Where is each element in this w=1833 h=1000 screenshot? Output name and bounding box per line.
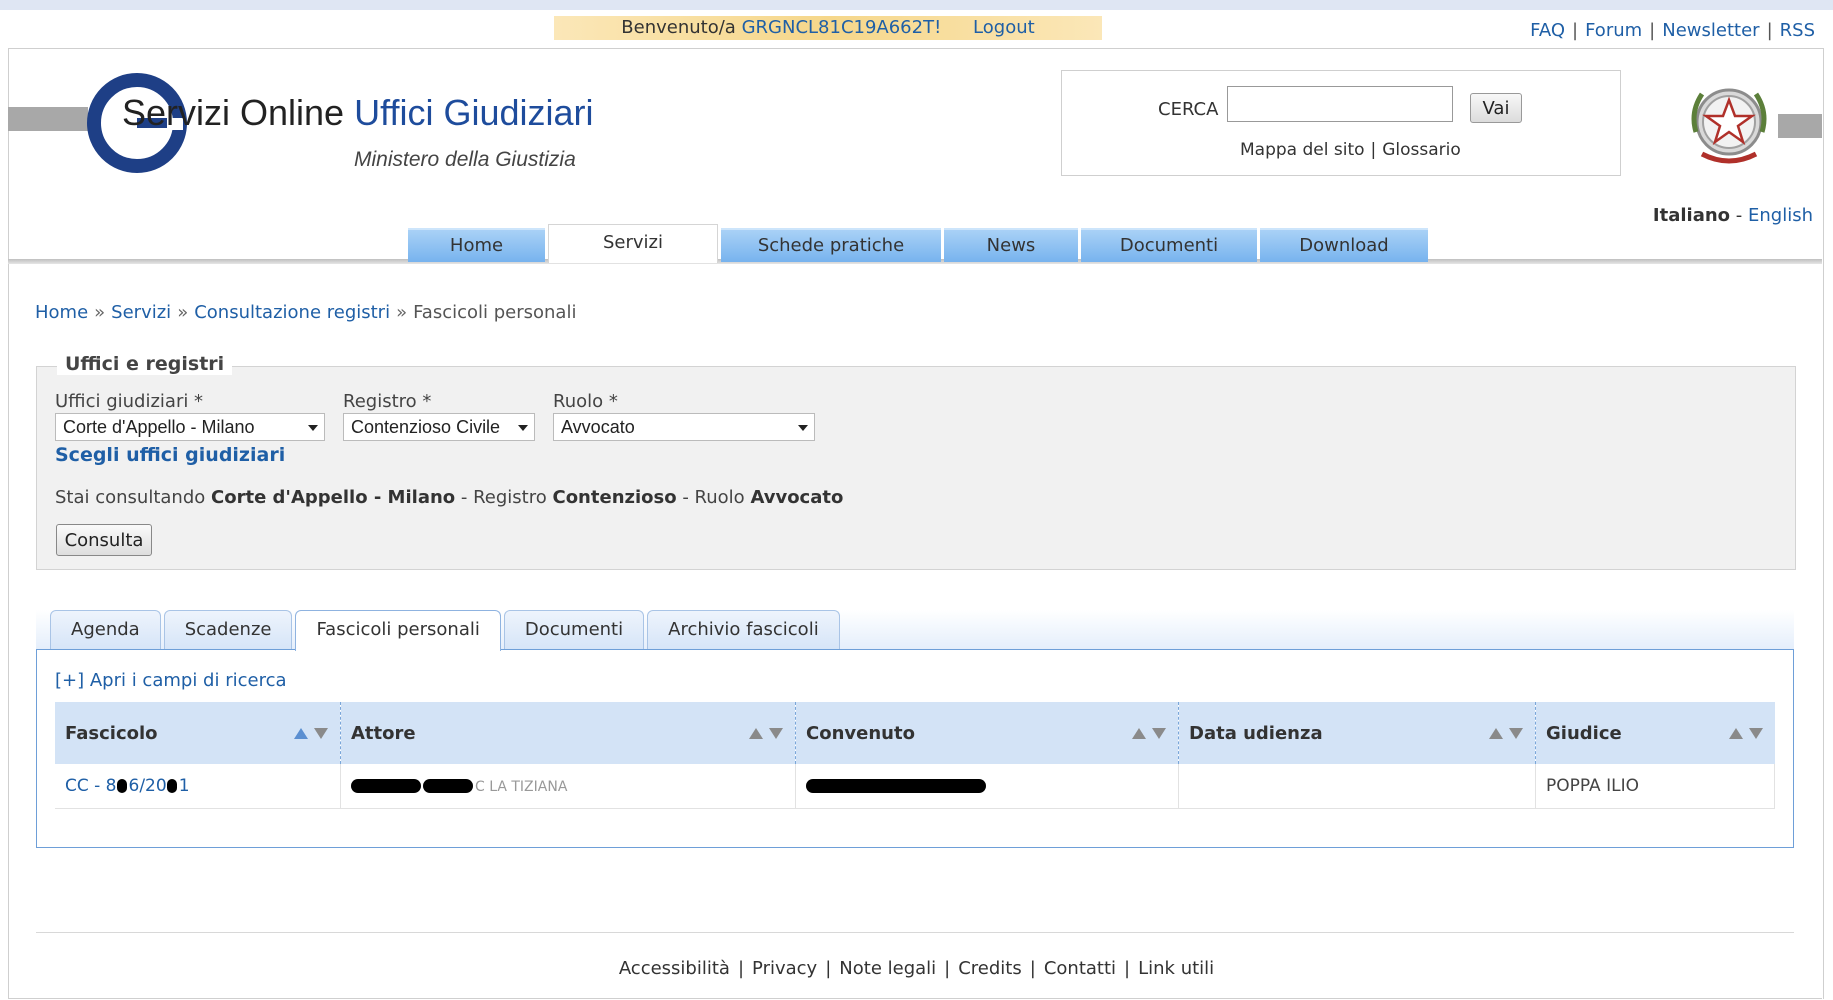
- chevron-down-icon: [518, 425, 528, 431]
- breadcrumb-current: Fascicoli personali: [413, 302, 577, 323]
- nav-tab-servizi[interactable]: Servizi: [548, 224, 718, 263]
- sort-icon[interactable]: [1728, 728, 1763, 739]
- nav-tab-documenti[interactable]: Documenti: [1081, 228, 1257, 262]
- content-panel: [+] Apri i campi di ricerca Fascicolo At…: [36, 649, 1794, 848]
- breadcrumb: Home» Servizi» Consultazione registri» Fasc…: [35, 302, 577, 323]
- nav-tab-schede-pratiche[interactable]: Schede pratiche: [721, 228, 941, 262]
- site-title[interactable]: Servizi Online Uffici Giudiziari: [122, 92, 594, 134]
- tab-archivio-fascicoli[interactable]: Archivio fascicoli: [647, 610, 840, 649]
- uffici-label: Uffici giudiziari *: [55, 391, 204, 412]
- chevron-down-icon: [798, 425, 808, 431]
- tab-documenti[interactable]: Documenti: [503, 610, 645, 649]
- search-button[interactable]: Vai: [1470, 93, 1522, 123]
- tab-fascicoli-personali[interactable]: Fascicoli personali: [295, 610, 501, 651]
- italian-emblem-icon: [1691, 88, 1767, 164]
- footer-divider: [36, 932, 1794, 933]
- cell-fascicolo[interactable]: CC - 8 6/20 1: [55, 764, 341, 809]
- ruolo-select[interactable]: Avvocato: [553, 413, 815, 441]
- cell-attore: C LA TIZIANA: [340, 764, 796, 809]
- registro-select[interactable]: Contenzioso Civile: [343, 413, 535, 441]
- ruolo-label: Ruolo *: [553, 391, 618, 412]
- footer-contatti[interactable]: Contatti: [1044, 958, 1116, 979]
- sort-icon[interactable]: [1489, 728, 1523, 739]
- welcome-prefix: Benvenuto/a: [621, 17, 736, 38]
- redaction-mark: [351, 779, 421, 793]
- top-links: FAQ | Forum | Newsletter | RSS: [1530, 20, 1815, 41]
- tab-scadenze[interactable]: Scadenze: [163, 610, 293, 649]
- site-subtitle: Ministero della Giustizia: [354, 148, 576, 171]
- nav-tab-home[interactable]: Home: [408, 228, 545, 262]
- page-frame-bottom: [8, 998, 1822, 999]
- cell-convenuto: [795, 764, 1179, 809]
- lang-english[interactable]: English: [1748, 205, 1813, 226]
- results-table: Fascicolo Attore Convenuto Data udienza …: [55, 702, 1775, 809]
- welcome-bar: Benvenuto/a GRGNCL81C19A662T! Logout: [554, 16, 1102, 40]
- top-strip: [0, 0, 1833, 10]
- redaction-mark: [423, 779, 473, 793]
- main-nav: Home Servizi Schede pratiche News Docume…: [408, 224, 1431, 263]
- redaction-mark: [806, 779, 986, 793]
- breadcrumb-consultazione-registri[interactable]: Consultazione registri: [194, 302, 390, 323]
- column-header-giudice[interactable]: Giudice: [1535, 702, 1775, 764]
- choose-offices-link[interactable]: Scegli uffici giudiziari: [55, 444, 285, 466]
- rss-link[interactable]: RSS: [1780, 20, 1815, 41]
- consulta-button[interactable]: Consulta: [56, 524, 152, 556]
- sort-icon[interactable]: [294, 728, 328, 739]
- search-input[interactable]: [1227, 86, 1453, 122]
- forum-link[interactable]: Forum: [1585, 20, 1642, 41]
- site-title-part2: Uffici Giudiziari: [354, 92, 594, 133]
- cell-data-udienza: [1178, 764, 1536, 809]
- language-switch: Italiano - English: [1653, 205, 1813, 226]
- tab-agenda[interactable]: Agenda: [50, 610, 161, 649]
- breadcrumb-servizi[interactable]: Servizi: [111, 302, 171, 323]
- column-header-fascicolo[interactable]: Fascicolo: [55, 702, 341, 764]
- sort-icon[interactable]: [749, 728, 783, 739]
- redaction-mark: [166, 779, 177, 793]
- column-header-data-udienza[interactable]: Data udienza: [1178, 702, 1536, 764]
- newsletter-link[interactable]: Newsletter: [1662, 20, 1759, 41]
- header-decor-right: [1778, 114, 1822, 138]
- footer: Accessibilità | Privacy | Note legali | Credit…: [618, 958, 1215, 979]
- chevron-down-icon: [308, 425, 318, 431]
- faq-link[interactable]: FAQ: [1530, 20, 1565, 41]
- footer-privacy[interactable]: Privacy: [752, 958, 817, 979]
- fieldset-legend: Uffici e registri: [57, 353, 233, 375]
- fascicolo-link[interactable]: CC - 8 6/20 1: [65, 776, 190, 796]
- footer-credits[interactable]: Credits: [958, 958, 1022, 979]
- registro-label: Registro *: [343, 391, 432, 412]
- footer-accessibilita[interactable]: Accessibilità: [619, 958, 730, 979]
- redaction-mark: [116, 779, 127, 793]
- search-label: CERCA: [1158, 99, 1219, 120]
- lang-italiano[interactable]: Italiano: [1653, 205, 1730, 226]
- glossary-link[interactable]: Glossario: [1382, 140, 1461, 160]
- cell-giudice: POPPA ILIO: [1535, 764, 1775, 809]
- footer-link-utili[interactable]: Link utili: [1138, 958, 1214, 979]
- lang-separator: -: [1735, 205, 1743, 226]
- consultation-summary: Stai consultando Corte d'Appello - Milan…: [55, 487, 844, 508]
- breadcrumb-home[interactable]: Home: [35, 302, 88, 323]
- logout-link[interactable]: Logout: [973, 17, 1035, 38]
- nav-tab-download[interactable]: Download: [1260, 228, 1428, 262]
- open-search-fields-link[interactable]: [+] Apri i campi di ricerca: [55, 670, 287, 691]
- column-header-attore[interactable]: Attore: [340, 702, 796, 764]
- header-decor-left: [8, 107, 88, 131]
- offices-registers-fieldset: Uffici e registri Uffici giudiziari * Co…: [36, 353, 1796, 570]
- table-row[interactable]: CC - 8 6/20 1 C LA TIZIANA POPPA ILIO: [55, 764, 1775, 809]
- username: GRGNCL81C19A662T!: [741, 17, 942, 38]
- column-header-convenuto[interactable]: Convenuto: [795, 702, 1179, 764]
- site-title-part1: Servizi Online: [122, 92, 355, 133]
- content-tabs: Agenda Scadenze Fascicoli personali Docu…: [50, 610, 843, 651]
- footer-note-legali[interactable]: Note legali: [839, 958, 936, 979]
- sitemap-link[interactable]: Mappa del sito: [1240, 140, 1365, 160]
- search-box: CERCA Vai Mappa del sito | Glossario: [1061, 70, 1621, 176]
- nav-tab-news[interactable]: News: [944, 228, 1078, 262]
- search-links: Mappa del sito | Glossario: [1240, 140, 1461, 160]
- sort-icon[interactable]: [1132, 728, 1166, 739]
- uffici-select[interactable]: Corte d'Appello - Milano: [55, 413, 325, 441]
